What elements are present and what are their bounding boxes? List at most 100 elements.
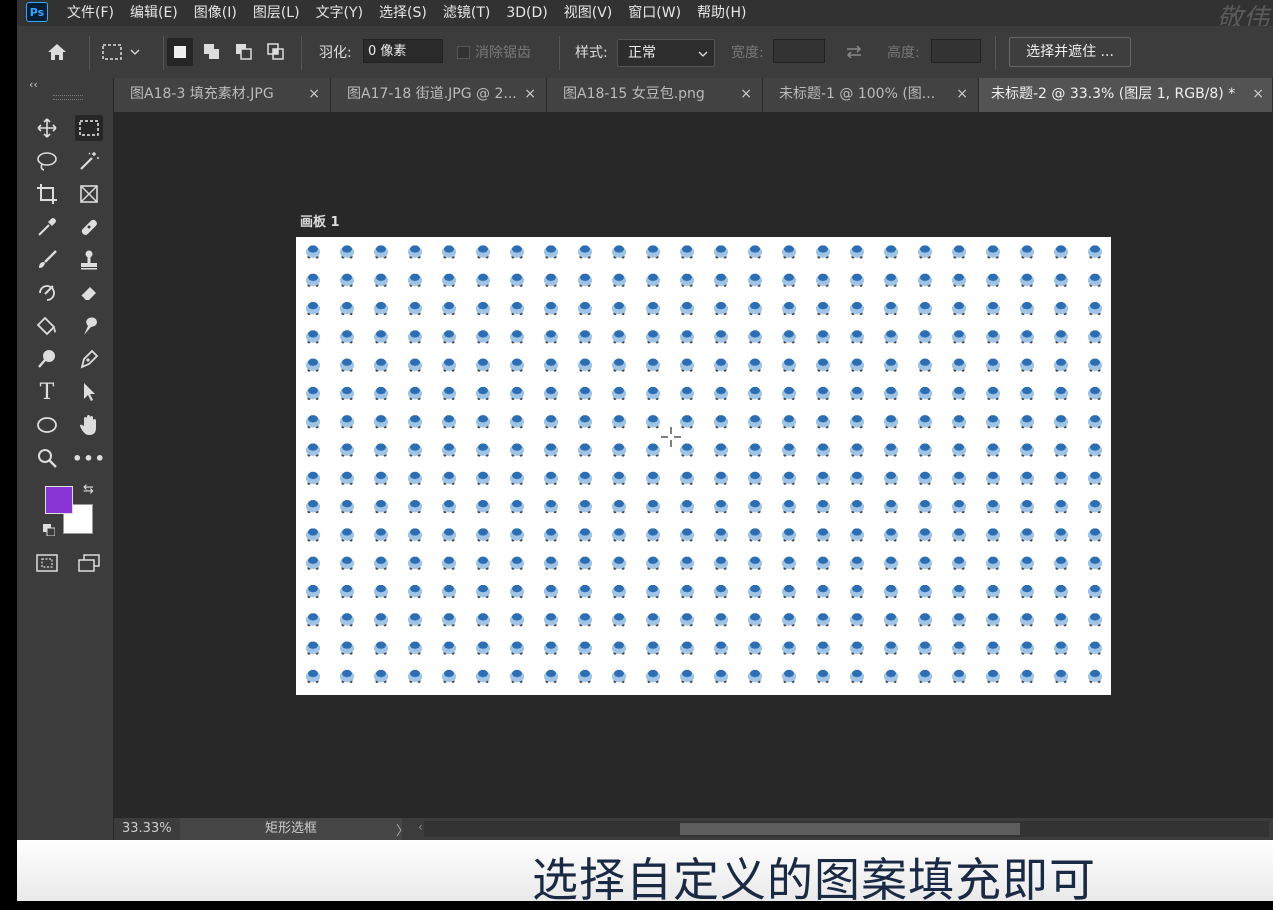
scrollbar-thumb[interactable] — [680, 823, 1020, 835]
menu-filter[interactable]: 滤镜(T) — [441, 0, 498, 26]
style-value: 正常 — [628, 45, 656, 61]
menu-3d[interactable]: 3D(D) — [504, 0, 555, 26]
chevron-down-icon — [698, 51, 708, 57]
menu-view[interactable]: 视图(V) — [562, 0, 621, 26]
swap-colors-icon[interactable]: ⇆ — [83, 482, 94, 497]
tab-document-active[interactable]: 未标题-2 @ 33.3% (图层 1, RGB/8) * × — [979, 78, 1273, 112]
intersect-selection-icon[interactable] — [263, 40, 289, 64]
width-label: 宽度: — [731, 45, 764, 61]
separator — [995, 36, 996, 70]
zoom-level[interactable]: 33.33% — [122, 821, 172, 836]
canvas-pattern-fill[interactable] — [296, 237, 1111, 695]
artboard-label[interactable]: 画板 1 — [300, 211, 340, 230]
foreground-color-swatch[interactable] — [45, 486, 73, 514]
tab-document[interactable]: 图A17-18 街道.JPG @ 2... × — [331, 78, 547, 112]
tab-label: 未标题-1 @ 100% (图... — [779, 86, 936, 102]
menu-file[interactable]: 文件(F) — [65, 0, 122, 26]
menu-bar: Ps 文件(F) 编辑(E) 图像(I) 图层(L) 文字(Y) 选择(S) 滤… — [17, 0, 1273, 34]
antialias-checkbox[interactable] — [457, 46, 470, 59]
type-icon[interactable]: T — [33, 379, 61, 405]
path-select-icon[interactable] — [75, 379, 103, 405]
tab-document[interactable]: 图A18-15 女豆包.png × — [547, 78, 763, 112]
default-colors-icon[interactable] — [43, 524, 55, 536]
add-to-selection-icon[interactable] — [199, 40, 225, 64]
caption-bar: 选择自定义的图案填充即可 — [17, 840, 1273, 907]
tab-label: 图A18-15 女豆包.png — [563, 86, 705, 102]
close-icon[interactable]: × — [956, 78, 968, 110]
panel-grip[interactable] — [53, 95, 83, 100]
menu: 文件(F) 编辑(E) 图像(I) 图层(L) 文字(Y) 选择(S) 滤镜(T… — [65, 0, 761, 26]
home-icon[interactable] — [45, 40, 69, 64]
menu-select[interactable]: 选择(S) — [377, 0, 435, 26]
tab-document[interactable]: 未标题-1 @ 100% (图... × — [763, 78, 979, 112]
close-icon[interactable]: × — [524, 78, 536, 110]
document-tabs: 图A18-3 填充素材.JPG × 图A17-18 街道.JPG @ 2... … — [114, 78, 1273, 113]
menu-help[interactable]: 帮助(H) — [695, 0, 754, 26]
menu-type[interactable]: 文字(Y) — [314, 0, 371, 26]
status-bar: 33.33% 矩形选框 〉 ‹ — [114, 818, 1273, 840]
menu-edit[interactable]: 编辑(E) — [128, 0, 186, 26]
pen-icon[interactable] — [75, 346, 103, 372]
feather-input[interactable]: 0 像素 — [363, 39, 443, 63]
caption-text: 选择自定义的图案填充即可 — [532, 853, 1096, 907]
crop-icon[interactable] — [33, 181, 61, 207]
horizontal-scrollbar[interactable]: ‹ — [418, 820, 1269, 837]
separator — [163, 36, 164, 70]
antialias-label: 消除锯齿 — [475, 45, 531, 61]
collapse-panel-icon[interactable]: ‹‹ — [29, 78, 38, 91]
style-label: 样式: — [575, 45, 608, 61]
lasso-icon[interactable] — [33, 148, 61, 174]
menu-image[interactable]: 图像(I) — [192, 0, 245, 26]
tab-label: 图A17-18 街道.JPG @ 2... — [347, 86, 517, 102]
status-menu-arrow[interactable]: 〉 — [396, 820, 409, 839]
menu-window[interactable]: 窗口(W) — [626, 0, 689, 26]
scroll-left-icon[interactable]: ‹ — [418, 820, 423, 834]
stamp-icon[interactable] — [75, 247, 103, 273]
select-and-mask-button[interactable]: 选择并遮住 ... — [1009, 37, 1131, 67]
height-input[interactable] — [931, 39, 981, 63]
close-icon[interactable]: × — [740, 78, 752, 110]
feather-label: 羽化: — [319, 45, 352, 61]
subtract-selection-icon[interactable] — [231, 40, 257, 64]
dodge-icon[interactable] — [33, 346, 61, 372]
smudge-icon[interactable] — [75, 313, 103, 339]
tool-preset-picker[interactable] — [99, 40, 143, 64]
quick-mask-icon[interactable] — [33, 550, 61, 576]
menu-layer[interactable]: 图层(L) — [251, 0, 308, 26]
tab-label: 图A18-3 填充素材.JPG — [130, 86, 274, 102]
document-workspace[interactable]: 画板 1 — [114, 113, 1273, 818]
zoom-icon[interactable] — [33, 445, 61, 471]
more-icon[interactable]: ••• — [72, 445, 105, 471]
paint-bucket-icon[interactable] — [33, 313, 61, 339]
width-input[interactable] — [773, 39, 825, 63]
separator — [89, 36, 90, 70]
tab-label: 未标题-2 @ 33.3% (图层 1, RGB/8) * — [991, 86, 1236, 102]
separator — [301, 36, 302, 70]
frame-icon[interactable] — [75, 181, 103, 207]
brush-icon[interactable] — [33, 247, 61, 273]
move-icon[interactable] — [33, 115, 61, 141]
screen-mode-icon[interactable] — [75, 550, 103, 576]
history-brush-icon[interactable] — [33, 280, 61, 306]
eraser-icon[interactable] — [75, 280, 103, 306]
photoshop-window: Ps 文件(F) 编辑(E) 图像(I) 图层(L) 文字(Y) 选择(S) 滤… — [17, 0, 1273, 840]
rect-marquee-icon[interactable] — [75, 115, 103, 141]
status-info[interactable]: 矩形选框 — [180, 818, 402, 840]
close-icon[interactable]: × — [1252, 78, 1264, 110]
app-logo: Ps — [26, 2, 48, 22]
close-icon[interactable]: × — [308, 78, 320, 110]
ellipse-icon[interactable] — [33, 412, 61, 438]
height-label: 高度: — [887, 45, 920, 61]
style-select[interactable]: 正常 — [617, 39, 715, 67]
options-bar: 羽化: 0 像素 消除锯齿 样式: 正常 宽度: 高度: 选择并遮住 ... — [17, 26, 1273, 79]
healing-brush-icon[interactable] — [75, 214, 103, 240]
crosshair-cursor-icon — [661, 427, 681, 447]
tools-panel: ‹‹ T ••• ⇆ — [17, 78, 114, 840]
eyedropper-icon[interactable] — [33, 214, 61, 240]
separator — [559, 36, 560, 70]
hand-icon[interactable] — [75, 412, 103, 438]
magic-wand-icon[interactable] — [75, 148, 103, 174]
tab-document[interactable]: 图A18-3 填充素材.JPG × — [114, 78, 331, 112]
swap-width-height-icon[interactable] — [841, 40, 867, 64]
new-selection-icon[interactable] — [167, 38, 193, 66]
